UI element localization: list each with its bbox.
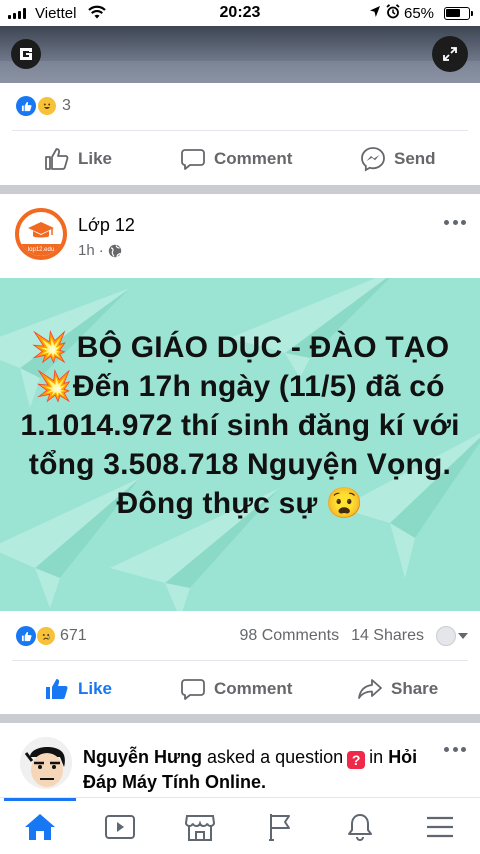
comment-button[interactable]: Comment <box>180 677 292 701</box>
post-actions: Like Comment Share <box>0 666 480 712</box>
haha-reaction-icon <box>37 96 57 116</box>
watch-icon <box>105 815 135 839</box>
active-tab-indicator <box>4 798 76 801</box>
like-label: Like <box>78 679 113 698</box>
battery-percent: 65% <box>404 5 435 22</box>
comments-count[interactable]: 98 Comments <box>239 627 339 645</box>
engagement-counts: 98 Comments 14 Shares <box>239 626 468 646</box>
comment-icon <box>181 149 205 170</box>
send-label: Send <box>394 149 436 168</box>
location-icon <box>370 6 380 17</box>
post-banner[interactable]: 💥 BỘ GIÁO DỤC - ĐÀO TẠO 💥Đến 17h ngày (1… <box>0 278 480 611</box>
nav-marketplace[interactable] <box>182 810 218 844</box>
avatar-caption: lop12.edu <box>19 244 63 256</box>
nav-menu[interactable] <box>422 810 458 844</box>
question-icon: ? <box>347 751 366 769</box>
comment-icon <box>181 679 205 700</box>
video-thumbnail[interactable] <box>0 26 480 83</box>
nav-notifications[interactable] <box>342 810 378 844</box>
cartoon-face-avatar <box>20 737 72 789</box>
share-icon <box>358 679 382 699</box>
divider <box>12 130 468 131</box>
status-bar: Viettel 20:23 65% <box>0 0 480 26</box>
post-meta: 1h · <box>78 242 122 259</box>
g-logo-icon <box>11 39 41 69</box>
post-stats: 671 98 Comments 14 Shares <box>16 622 468 652</box>
shares-count[interactable]: 14 Shares <box>351 627 424 645</box>
like-label: Like <box>78 149 113 168</box>
like-button[interactable]: Like <box>44 147 112 171</box>
banner-text: 💥 BỘ GIÁO DỤC - ĐÀO TẠO 💥Đến 17h ngày (1… <box>20 331 460 520</box>
battery-level <box>446 9 460 17</box>
nav-watch[interactable] <box>102 810 138 844</box>
share-button[interactable]: Share <box>357 677 438 701</box>
battery-icon <box>444 7 473 20</box>
pages-icon <box>269 814 290 841</box>
share-label: Share <box>391 679 439 698</box>
profile-avatar <box>436 626 456 646</box>
more-icon[interactable] <box>444 220 466 226</box>
reaction-audience[interactable] <box>436 626 468 646</box>
like-icon <box>45 148 69 170</box>
sad-reaction-icon <box>36 626 56 646</box>
nav-pages[interactable] <box>262 810 298 844</box>
expand-icon[interactable] <box>432 36 468 72</box>
video-floor <box>0 61 480 83</box>
comment-label: Comment <box>214 149 293 168</box>
like-reaction-icon <box>16 626 36 646</box>
reaction-count: 671 <box>60 627 87 644</box>
page-name[interactable]: Lớp 12 <box>78 215 135 236</box>
post-time[interactable]: 1h <box>78 242 95 259</box>
send-button[interactable]: Send <box>360 146 436 172</box>
in-word: in <box>369 747 384 767</box>
comment-label: Comment <box>214 679 293 698</box>
messenger-icon <box>361 147 385 172</box>
reaction-summary[interactable]: 671 <box>16 626 87 646</box>
nav-home[interactable] <box>22 810 58 844</box>
reaction-count: 3 <box>62 97 71 114</box>
page-avatar[interactable]: lop12.edu <box>15 208 67 260</box>
user-avatar[interactable] <box>20 737 72 789</box>
post-header-text: Nguyễn Hưng asked a question? in Hỏi Đáp … <box>83 745 443 795</box>
home-icon <box>25 814 55 840</box>
marketplace-icon <box>184 815 216 841</box>
post-card: lop12.edu Lớp 12 1h · 💥 BỘ GIÁO DỤC - ĐÀ… <box>0 194 480 714</box>
more-icon[interactable] <box>444 747 466 753</box>
post-verb: asked a question <box>207 747 344 767</box>
divider <box>12 660 468 661</box>
facebook-feed-screen: Viettel 20:23 65% 3 Like Comment Send lo… <box>0 0 480 854</box>
post-card: 3 Like Comment Send <box>0 26 480 185</box>
comment-button[interactable]: Comment <box>180 147 292 171</box>
menu-icon <box>427 816 453 838</box>
graduation-cap-icon <box>28 222 54 238</box>
author-name[interactable]: Nguyễn Hưng <box>83 747 202 767</box>
bottom-navigation <box>0 797 480 854</box>
post-card: Nguyễn Hưng asked a question? in Hỏi Đáp … <box>0 723 480 803</box>
like-icon <box>46 679 68 699</box>
like-reaction-icon <box>16 96 36 116</box>
alarm-icon <box>386 4 400 19</box>
reaction-summary[interactable]: 3 <box>16 96 71 116</box>
post-actions: Like Comment Send <box>0 136 480 182</box>
globe-icon <box>108 244 121 257</box>
bell-icon <box>348 814 372 842</box>
like-button[interactable]: Like <box>44 677 112 701</box>
chevron-down-icon <box>458 633 468 639</box>
